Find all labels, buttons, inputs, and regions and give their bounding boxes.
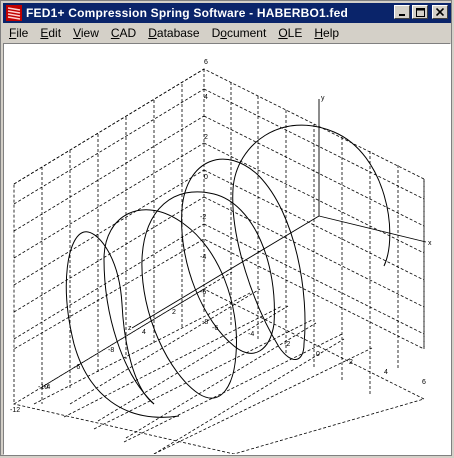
left-tick: 0 (204, 174, 208, 181)
right-tick: -8 (108, 347, 114, 354)
x-axis-label: x (428, 240, 432, 247)
bottom-tick: 4 (384, 369, 388, 376)
minimize-button[interactable] (394, 5, 410, 19)
left-tick: -6 (200, 289, 206, 296)
spring-3d-view[interactable]: y x z 6 4 2 0 -2 -4 -6 -8 -10 -12 4 2 -6… (3, 43, 451, 455)
bottom-tick: 2 (349, 359, 353, 366)
y-axis-label: y (321, 95, 325, 102)
left-tick: 4 (204, 94, 208, 101)
tick-labels: 6 4 2 0 -2 -4 -6 -8 -10 -12 4 2 -6 -4 -2… (10, 59, 426, 414)
app-window: FED1+ Compression Spring Software - HABE… (0, 0, 452, 456)
bottom-tick: -6 (212, 325, 218, 332)
left-tick: -12 (10, 407, 20, 414)
menu-file[interactable]: File (3, 26, 34, 40)
bottom-tick: 0 (316, 351, 320, 358)
z-tick: 4 (142, 329, 146, 336)
menu-edit[interactable]: Edit (34, 26, 67, 40)
bottom-tick: 6 (422, 379, 426, 386)
coordinate-axes (131, 99, 427, 329)
maximize-button[interactable] (412, 5, 428, 19)
left-tick: 6 (204, 59, 208, 66)
menu-view[interactable]: View (67, 26, 105, 40)
left-tick: -8 (202, 319, 208, 326)
left-tick: 2 (204, 134, 208, 141)
menu-help[interactable]: Help (308, 26, 345, 40)
spring-coils (65, 124, 391, 418)
z-tick: 2 (172, 309, 176, 316)
right-tick: -4 (44, 384, 50, 391)
menu-ole[interactable]: OLE (272, 26, 308, 40)
spring-app-icon[interactable] (6, 5, 22, 21)
spring-plot: y x z 6 4 2 0 -2 -4 -6 -8 -10 -12 4 2 -6… (10, 59, 432, 454)
left-tick: -4 (200, 254, 206, 261)
bottom-tick: -4 (248, 331, 254, 338)
close-button[interactable] (432, 5, 448, 19)
close-icon (436, 8, 444, 16)
right-tick: -6 (74, 364, 80, 371)
menu-bar: File Edit View CAD Database Document OLE… (3, 24, 451, 42)
menu-document[interactable]: Document (206, 26, 273, 40)
bottom-tick: -2 (284, 341, 290, 348)
maximize-icon (415, 7, 425, 17)
window-title: FED1+ Compression Spring Software - HABE… (26, 6, 348, 20)
title-bar[interactable]: FED1+ Compression Spring Software - HABE… (3, 3, 451, 23)
minimize-icon (399, 14, 405, 16)
menu-cad[interactable]: CAD (105, 26, 142, 40)
menu-database[interactable]: Database (142, 26, 205, 40)
z-axis-label: z (128, 325, 132, 332)
left-tick: -2 (200, 214, 206, 221)
